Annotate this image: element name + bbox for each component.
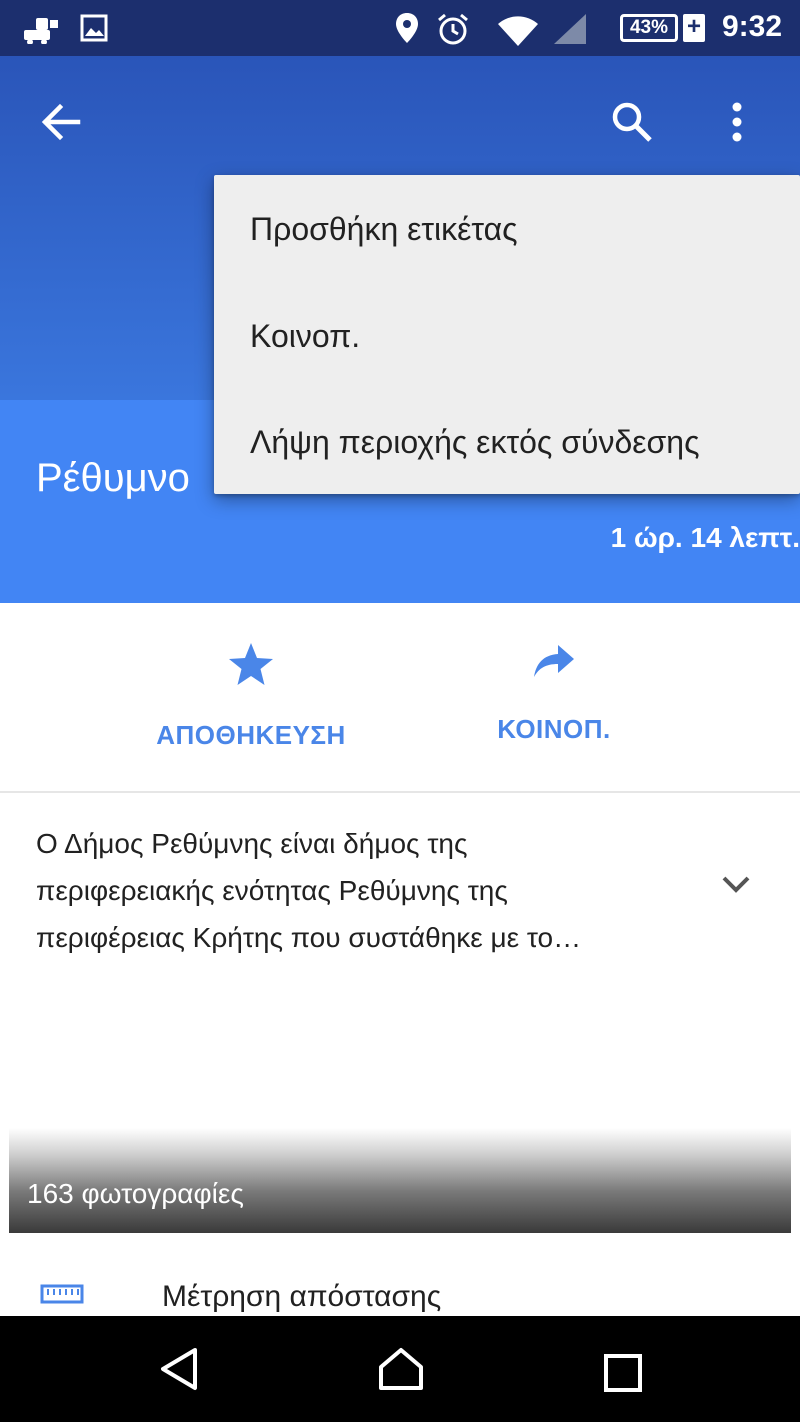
- charging-icon: +: [683, 14, 705, 42]
- wifi-icon: [496, 14, 540, 51]
- signal-icon: [552, 12, 588, 51]
- travel-time[interactable]: 1 ώρ. 14 λεπτ.: [611, 522, 800, 554]
- location-icon: [395, 12, 419, 49]
- share-button[interactable]: ΚΟΙΝΟΠ.: [490, 641, 618, 745]
- measure-distance-label: Μέτρηση απόστασης: [162, 1280, 442, 1313]
- back-nav-icon[interactable]: [158, 1346, 200, 1397]
- share-label: ΚΟΙΝΟΠ.: [497, 714, 611, 744]
- more-vert-icon[interactable]: [730, 102, 744, 147]
- navigation-bar: [0, 1316, 800, 1422]
- share-arrow-icon: [532, 645, 576, 685]
- chevron-down-icon[interactable]: [720, 874, 752, 901]
- clock: 9:32: [721, 10, 782, 43]
- battery-indicator: 43%: [620, 14, 678, 42]
- notification-icon: [22, 16, 60, 49]
- place-title: Ρέθυμνο: [36, 456, 190, 500]
- description-line: περιφέρειας Κρήτης που συστάθηκε με το…: [36, 922, 582, 953]
- measure-distance-item[interactable]: Μέτρηση απόστασης: [0, 1262, 800, 1322]
- photos-count: 163 φωτογραφίες: [27, 1178, 244, 1209]
- description-line: περιφερειακής ενότητας Ρεθύμνης της: [36, 875, 508, 906]
- arrow-back-icon[interactable]: [40, 102, 82, 147]
- search-icon[interactable]: [610, 100, 654, 149]
- home-nav-icon[interactable]: [378, 1346, 424, 1397]
- description-line: Ο Δήμος Ρεθύμνης είναι δήμος της: [36, 828, 468, 859]
- menu-item-add-label[interactable]: Προσθήκη ετικέτας: [250, 211, 518, 248]
- action-bar: ΑΠΟΘΗΚΕΥΣΗ ΚΟΙΝΟΠ.: [0, 603, 800, 793]
- alarm-icon: [436, 12, 470, 51]
- menu-item-share[interactable]: Κοινοπ.: [250, 318, 360, 355]
- ruler-icon: [40, 1284, 84, 1311]
- save-label: ΑΠΟΘΗΚΕΥΣΗ: [156, 720, 346, 750]
- photos-strip[interactable]: 163 φωτογραφίες: [9, 1128, 791, 1233]
- menu-item-download-offline-area[interactable]: Λήψη περιοχής εκτός σύνδεσης: [250, 424, 699, 461]
- place-description[interactable]: Ο Δήμος Ρεθύμνης είναι δήμος της περιφερ…: [36, 820, 696, 961]
- status-bar: 43% + 9:32: [0, 0, 800, 56]
- overflow-menu: Προσθήκη ετικέτας Κοινοπ. Λήψη περιοχής …: [214, 175, 800, 494]
- recents-nav-icon[interactable]: [604, 1354, 642, 1397]
- star-icon: [227, 643, 275, 691]
- image-icon: [80, 14, 108, 47]
- save-button[interactable]: ΑΠΟΘΗΚΕΥΣΗ: [148, 641, 354, 751]
